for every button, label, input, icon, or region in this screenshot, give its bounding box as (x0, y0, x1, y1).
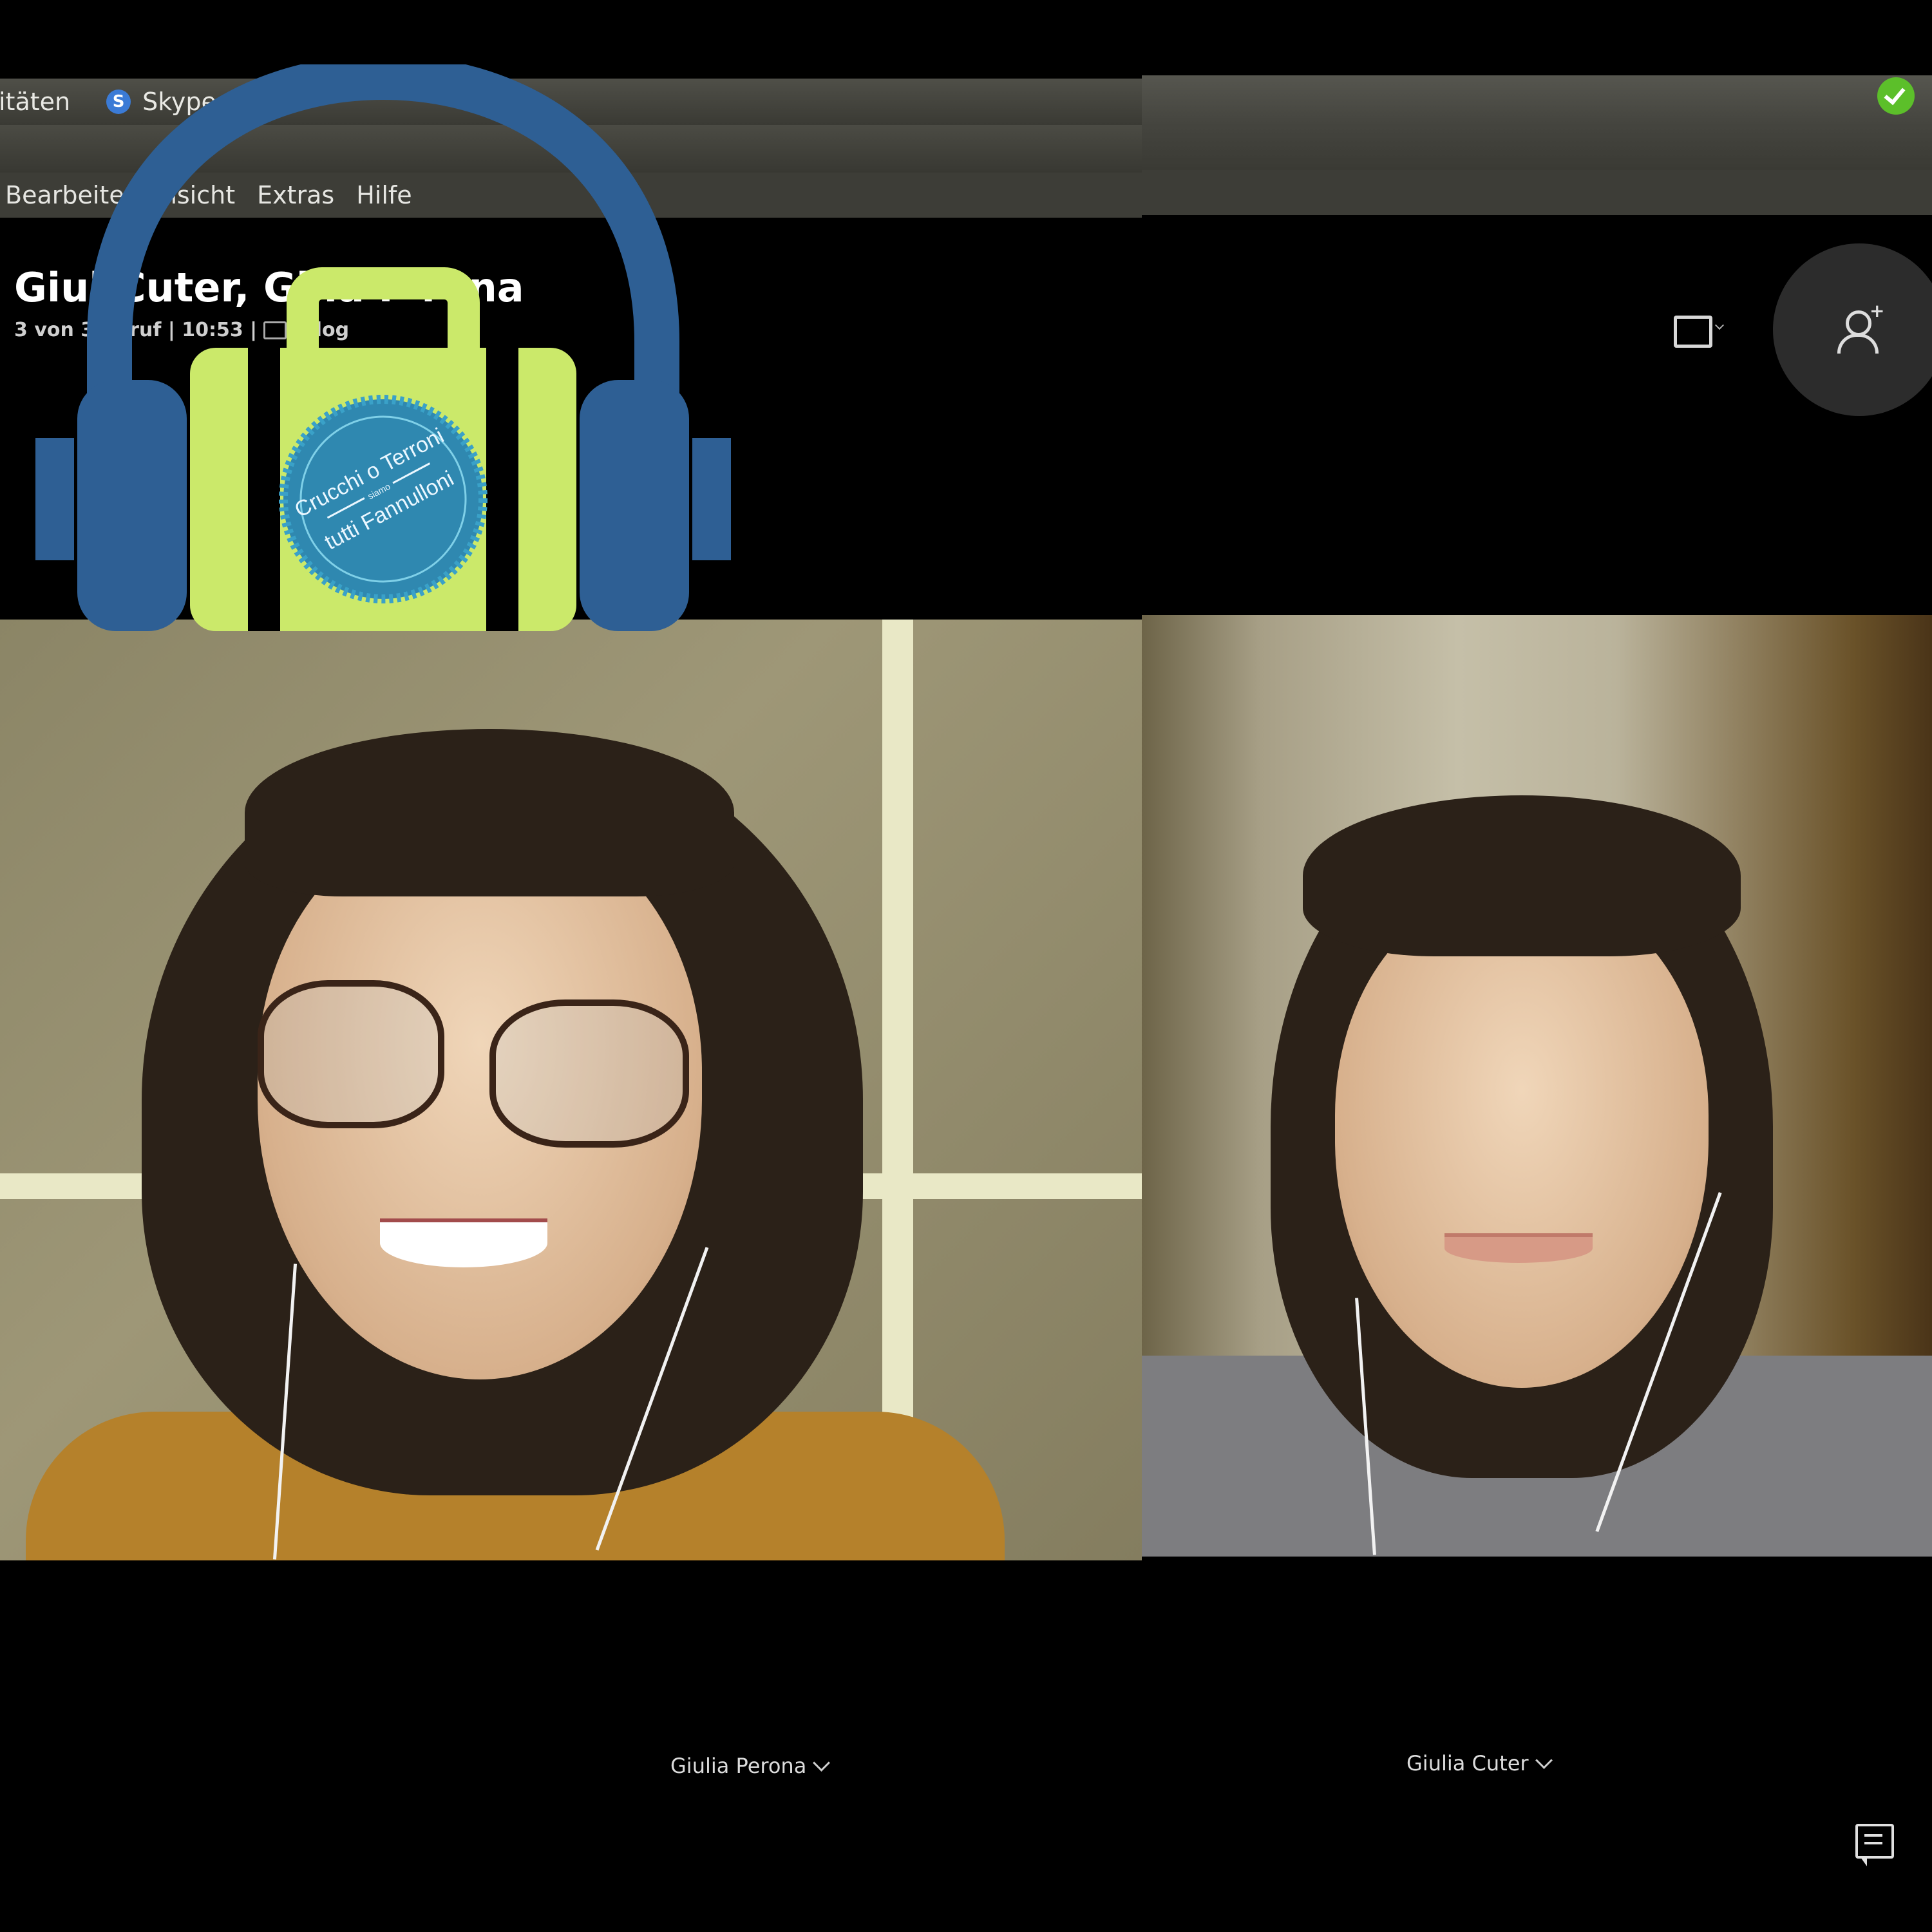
participant-name-perona[interactable]: Giulia Perona (670, 1754, 831, 1778)
video-feed-giulia-cuter (1142, 615, 1932, 1557)
smile (380, 1218, 547, 1267)
add-person-button[interactable]: + (1773, 243, 1932, 416)
chevron-down-icon (1535, 1751, 1553, 1769)
right-title-bar (1142, 75, 1932, 170)
podcast-logo: Crucchi o Terroni siamo tutti Fannulloni (35, 64, 731, 631)
glasses-right-lens (489, 999, 689, 1148)
lips (1444, 1233, 1593, 1263)
participant-name-cuter[interactable]: Giulia Cuter (1406, 1751, 1553, 1776)
chevron-down-icon[interactable] (1714, 320, 1725, 330)
call-window-right: + Giulia Cuter (1142, 0, 1932, 1932)
bangs (245, 729, 734, 896)
hair-top (1303, 795, 1741, 956)
participant-name-label: Giulia Perona (670, 1754, 807, 1778)
add-person-icon (1846, 310, 1871, 336)
video-feed-giulia-perona (0, 620, 1142, 1560)
chat-icon[interactable] (1855, 1824, 1894, 1866)
screen-share-icon[interactable] (1674, 316, 1712, 348)
chevron-down-icon (813, 1754, 831, 1772)
right-menu-strip (1142, 170, 1932, 215)
participant-name-label: Giulia Cuter (1406, 1751, 1529, 1776)
plus-icon: + (1870, 300, 1885, 321)
call-window-left: itäten S Skype Bearbeiten nsicht Extras … (0, 0, 1142, 1932)
face (1335, 892, 1709, 1388)
add-person-icon-body (1837, 334, 1879, 354)
check-circle-icon (1877, 77, 1915, 115)
glasses-left-lens (258, 980, 444, 1128)
